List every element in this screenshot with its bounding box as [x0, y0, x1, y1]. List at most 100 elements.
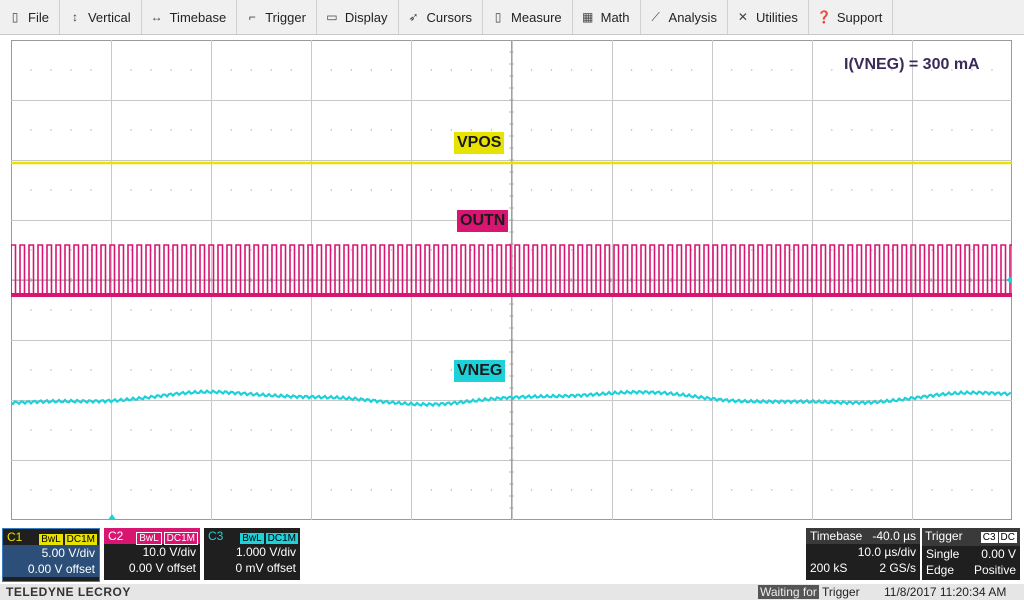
channel-c3-offset: 0 mV offset: [235, 561, 296, 575]
trace-label-vpos: VPOS: [454, 132, 505, 154]
menu-trigger-button[interactable]: ⌐ Trigger: [237, 0, 317, 34]
grid-dot: [170, 429, 172, 431]
grid-dot: [430, 369, 433, 371]
grid-dot: [570, 429, 573, 431]
grid-dot: [791, 369, 793, 371]
menu-support-button[interactable]: ❓ Support: [809, 0, 894, 34]
grid-dot: [951, 489, 953, 491]
menu-math-button[interactable]: ▦ Math: [573, 0, 641, 34]
channel-c2-descriptor[interactable]: C2 BwL DC1M 10.0 V/div 0.00 V offset: [104, 528, 200, 580]
grid-dot: [30, 189, 32, 191]
channel-c3-descriptor[interactable]: C3 BwL DC1M 1.000 V/div 0 mV offset: [204, 528, 300, 580]
trigger-coupling-badge: DC: [998, 532, 1017, 543]
channel-c1-descriptor[interactable]: C1 BwL DC1M 5.00 V/div 0.00 V offset: [2, 528, 100, 582]
grid-dot: [951, 369, 953, 371]
grid-dot: [931, 489, 933, 491]
grid-dot: [190, 129, 192, 131]
grid-dot: [670, 129, 673, 131]
grid-dot: [831, 69, 833, 71]
grid-dot: [731, 189, 733, 191]
channel-c1-coupling-badge: DC1M: [64, 534, 97, 545]
grid-dot: [731, 309, 733, 311]
grid-dot: [230, 489, 232, 491]
grid-dot: [530, 249, 533, 251]
grid-dot: [330, 189, 333, 191]
grid-dot: [871, 249, 873, 251]
channel-c3-bwl-badge: BwL: [240, 533, 264, 544]
grid-dot: [971, 129, 973, 131]
grid-dot: [891, 429, 893, 431]
menu-label: Trigger: [265, 9, 306, 25]
grid-dot: [230, 309, 232, 311]
grid-dot: [690, 369, 693, 371]
grid-dot: [450, 189, 453, 191]
grid-dot: [731, 369, 733, 371]
grid-dot: [831, 189, 833, 191]
grid-dot: [130, 129, 132, 131]
grid-dot: [350, 489, 353, 491]
grid-dot: [630, 489, 633, 491]
grid-dot: [430, 69, 433, 71]
grid-dot: [350, 189, 353, 191]
grid-dot: [751, 129, 753, 131]
menu-label: Math: [600, 9, 630, 25]
grid-dot: [771, 189, 773, 191]
grid-dot: [130, 369, 132, 371]
channel-c1-offset: 0.00 V offset: [3, 561, 99, 577]
timebase-scale: 10.0 µs/div: [857, 545, 916, 559]
menu-display-button[interactable]: ▭ Display: [317, 0, 399, 34]
grid-dot: [50, 369, 52, 371]
menu-utilities-button[interactable]: ✕ Utilities: [728, 0, 809, 34]
menu-cursors-button[interactable]: ➶ Cursors: [399, 0, 484, 34]
grid-dot: [470, 69, 473, 71]
grid-dot: [871, 309, 873, 311]
grid-dot: [390, 309, 393, 311]
grid-dot: [891, 489, 893, 491]
grid-dot: [851, 369, 853, 371]
status-bar: TELEDYNE LECROY Waiting for Trigger 11/8…: [0, 584, 1024, 600]
grid-dot: [230, 129, 232, 131]
menu-file-button[interactable]: ▯ File: [0, 0, 60, 34]
grid-dot: [771, 129, 773, 131]
grid-dot: [150, 429, 152, 431]
trigger-descriptor[interactable]: Trigger C3 DC Single 0.00 V Edge Positive: [922, 528, 1020, 580]
grid-dot: [390, 69, 393, 71]
timebase-descriptor[interactable]: Timebase -40.0 µs 10.0 µs/div 200 kS 2 G…: [806, 528, 920, 580]
grid-dot: [50, 309, 52, 311]
grid-dot: [670, 69, 673, 71]
grid-dot: [991, 369, 993, 371]
timebase-title: Timebase: [810, 529, 863, 543]
cursor-icon: ➶: [408, 10, 419, 24]
grid-dot: [250, 429, 252, 431]
grid-dot: [550, 69, 553, 71]
grid-dot: [891, 309, 893, 311]
grid-dot: [951, 189, 953, 191]
menu-timebase-button[interactable]: ↔ Timebase: [142, 0, 238, 34]
grid-dot: [690, 489, 693, 491]
grid-dot: [430, 189, 433, 191]
grid-dot: [70, 429, 72, 431]
grid-dot: [690, 309, 693, 311]
grid-dot: [590, 129, 593, 131]
waveform-display[interactable]: I(VNEG) = 300 mA VPOS OUTN VNEG: [11, 40, 1012, 520]
menu-analysis-button[interactable]: ⟋ Analysis: [641, 0, 728, 34]
grid-dot: [791, 69, 793, 71]
grid-dot: [530, 309, 533, 311]
grid-dot: [30, 309, 32, 311]
grid-dot: [290, 429, 292, 431]
grid-dot: [470, 489, 473, 491]
grid-dot: [851, 129, 853, 131]
grid-dot: [370, 429, 373, 431]
menu-vertical-button[interactable]: ↕ Vertical: [60, 0, 142, 34]
grid-dot: [290, 489, 292, 491]
grid-dot: [50, 69, 52, 71]
grid-dot: [490, 309, 493, 311]
menu-measure-button[interactable]: ▯ Measure: [483, 0, 573, 34]
grid-dot: [390, 429, 393, 431]
grid-dot: [630, 69, 633, 71]
grid-dot: [70, 249, 72, 251]
grid-dot: [90, 129, 92, 131]
trigger-type: Edge: [926, 563, 955, 577]
grid-dot: [230, 189, 232, 191]
grid-dot: [550, 309, 553, 311]
